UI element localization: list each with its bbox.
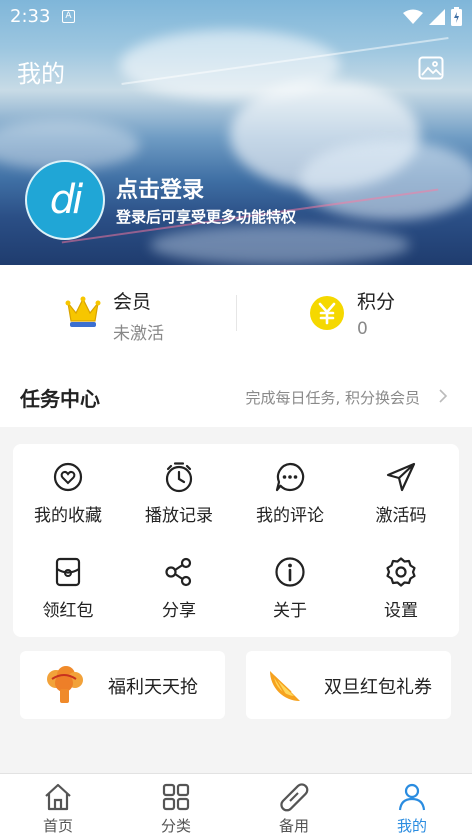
grid-item-about[interactable]: 关于 bbox=[235, 556, 345, 636]
bandage-icon bbox=[280, 783, 309, 812]
points-card[interactable]: 积分 0 bbox=[236, 265, 472, 365]
avatar[interactable]: di bbox=[25, 160, 105, 240]
comment-icon bbox=[275, 462, 305, 492]
grid-label: 分享 bbox=[162, 601, 196, 621]
nav-category[interactable]: 分类 bbox=[141, 782, 211, 836]
vip-status: 未激活 bbox=[113, 324, 164, 344]
orange-slice-icon bbox=[270, 671, 300, 701]
task-center-row[interactable]: 任务中心 完成每日任务, 积分换会员 bbox=[0, 365, 472, 427]
bottom-nav: 首页 分类 备用 我的 bbox=[0, 773, 472, 840]
battery-icon bbox=[451, 7, 462, 26]
grid-item-history[interactable]: 播放记录 bbox=[124, 461, 234, 541]
send-icon bbox=[386, 462, 416, 492]
signal-icon bbox=[429, 8, 445, 25]
grid-item-activation-code[interactable]: 激活码 bbox=[346, 461, 456, 541]
grid-label: 播放记录 bbox=[145, 506, 213, 526]
page-title: 我的 bbox=[17, 60, 65, 88]
grid-label: 我的评论 bbox=[256, 506, 324, 526]
grid-label: 关于 bbox=[273, 601, 307, 621]
nav-backup[interactable]: 备用 bbox=[259, 782, 329, 836]
promo-label: 双旦红包礼券 bbox=[324, 677, 432, 698]
grid-item-settings[interactable]: 设置 bbox=[346, 556, 456, 636]
crown-icon bbox=[65, 296, 101, 327]
status-icons bbox=[403, 7, 462, 26]
feature-grid: 我的收藏 播放记录 我的评论 激活码 领红包 分享 关于 设置 bbox=[13, 444, 459, 637]
status-bar: 2:33 A bbox=[0, 0, 472, 34]
promo-holiday-coupon[interactable]: 双旦红包礼券 bbox=[246, 651, 451, 719]
grid-item-share[interactable]: 分享 bbox=[124, 556, 234, 636]
home-icon bbox=[45, 783, 71, 811]
grid-label: 领红包 bbox=[42, 601, 94, 621]
nav-home[interactable]: 首页 bbox=[23, 782, 93, 836]
yen-coin-icon bbox=[310, 296, 344, 330]
grid-item-comments[interactable]: 我的评论 bbox=[235, 461, 345, 541]
points-title: 积分 bbox=[357, 291, 396, 313]
nav-label: 备用 bbox=[278, 817, 309, 835]
task-center-hint: 完成每日任务, 积分换会员 bbox=[245, 389, 420, 407]
nav-label: 我的 bbox=[396, 817, 427, 835]
category-icon bbox=[162, 783, 190, 811]
avatar-logo: di bbox=[49, 177, 83, 223]
notification-icon: A bbox=[62, 10, 75, 23]
image-icon[interactable] bbox=[418, 56, 444, 80]
settings-icon bbox=[386, 557, 416, 587]
heart-icon bbox=[53, 462, 83, 492]
promo-daily-welfare[interactable]: 福利天天抢 bbox=[20, 651, 225, 719]
nav-label: 分类 bbox=[160, 817, 191, 835]
share-icon bbox=[165, 557, 192, 587]
grid-label: 我的收藏 bbox=[34, 506, 102, 526]
task-center-title: 任务中心 bbox=[20, 387, 100, 411]
vip-title: 会员 bbox=[113, 291, 152, 313]
timer-icon bbox=[165, 462, 193, 493]
promo-label: 福利天天抢 bbox=[108, 677, 198, 698]
wifi-icon bbox=[403, 9, 423, 24]
red-packet-icon bbox=[55, 557, 81, 587]
grid-label: 设置 bbox=[384, 601, 418, 621]
status-time: 2:33 bbox=[10, 6, 51, 27]
nav-label: 首页 bbox=[42, 817, 73, 835]
grid-item-red-packet[interactable]: 领红包 bbox=[13, 556, 123, 636]
chevron-right-icon bbox=[439, 389, 448, 403]
user-icon bbox=[398, 783, 426, 811]
login-title[interactable]: 点击登录 bbox=[116, 172, 204, 204]
login-subtitle: 登录后可享受更多功能特权 bbox=[116, 208, 297, 226]
grid-item-favorites[interactable]: 我的收藏 bbox=[13, 461, 123, 541]
nav-mine[interactable]: 我的 bbox=[377, 782, 447, 836]
info-icon bbox=[275, 557, 305, 587]
broccoli-icon bbox=[47, 666, 83, 703]
grid-label: 激活码 bbox=[375, 506, 427, 526]
membership-panel: 会员 未激活 积分 0 bbox=[0, 265, 472, 365]
vip-card[interactable]: 会员 未激活 bbox=[0, 265, 236, 365]
points-value: 0 bbox=[357, 319, 368, 339]
